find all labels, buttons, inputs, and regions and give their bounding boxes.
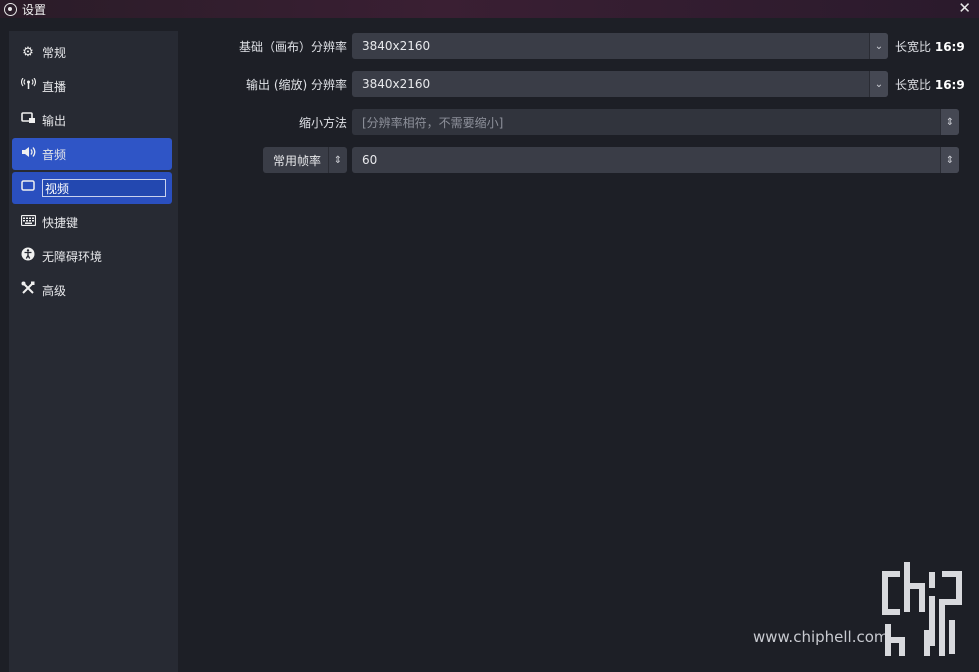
sidebar-item-label: 高级 bbox=[42, 283, 67, 298]
fps-value: 60 bbox=[362, 153, 378, 167]
antenna-icon bbox=[20, 77, 36, 94]
gear-icon: ⚙ bbox=[22, 44, 34, 60]
downscale-filter-value: [分辨率相符，不需要缩小] bbox=[362, 115, 504, 130]
sidebar-item-video[interactable]: 视频 bbox=[12, 172, 172, 204]
sidebar-item-advanced[interactable]: 高级 bbox=[12, 274, 172, 306]
window-title: 设置 bbox=[22, 2, 47, 17]
sidebar-item-stream[interactable]: 直播 bbox=[12, 70, 172, 102]
settings-sidebar: ⚙ 常规 直播 输出 音频 视频 快捷键 无障碍环境 高级 bbox=[9, 31, 178, 672]
sidebar-item-accessibility[interactable]: 无障碍环境 bbox=[12, 240, 172, 272]
monitor-icon bbox=[20, 180, 36, 196]
chiphell-logo-icon bbox=[882, 562, 962, 656]
sidebar-item-label: 音频 bbox=[42, 147, 67, 162]
close-icon[interactable]: ✕ bbox=[958, 0, 971, 17]
base-aspect-ratio: 长宽比 16:9 bbox=[895, 40, 965, 54]
output-aspect-ratio: 长宽比 16:9 bbox=[895, 78, 965, 92]
sidebar-item-general[interactable]: ⚙ 常规 bbox=[12, 36, 172, 68]
output-resolution-value: 3840x2160 bbox=[362, 77, 431, 91]
updown-arrows-icon[interactable]: ⇕ bbox=[940, 109, 959, 135]
sidebar-item-label: 直播 bbox=[42, 79, 67, 94]
chevron-down-icon[interactable]: ⌄ bbox=[869, 33, 888, 59]
sidebar-item-audio[interactable]: 音频 bbox=[12, 138, 172, 170]
accessibility-icon bbox=[20, 247, 36, 265]
updown-arrows-icon[interactable]: ⇕ bbox=[940, 147, 959, 173]
sidebar-item-label: 无障碍环境 bbox=[42, 249, 103, 264]
sidebar-item-label: 常规 bbox=[42, 45, 67, 60]
sidebar-item-label: 快捷键 bbox=[42, 215, 79, 230]
base-resolution-value: 3840x2160 bbox=[362, 39, 431, 53]
obs-logo-icon bbox=[4, 2, 17, 16]
base-resolution-label: 基础（画布）分辨率 bbox=[238, 40, 347, 54]
fps-type-value: 常用帧率 bbox=[273, 153, 322, 168]
sidebar-item-label-edit[interactable]: 视频 bbox=[42, 179, 166, 197]
watermark-url: www.chiphell.com bbox=[753, 628, 889, 646]
sidebar-item-hotkeys[interactable]: 快捷键 bbox=[12, 206, 172, 238]
base-resolution-combo[interactable]: 3840x2160 ⌄ bbox=[352, 33, 888, 59]
title-bar: 设置 ✕ bbox=[0, 0, 979, 18]
keyboard-icon bbox=[20, 214, 36, 230]
speaker-icon bbox=[20, 146, 36, 162]
fps-value-select[interactable]: 60 ⇕ bbox=[352, 147, 959, 173]
sidebar-item-label: 输出 bbox=[42, 113, 67, 128]
fps-type-select[interactable]: 常用帧率 ⇕ bbox=[263, 147, 347, 173]
tools-icon bbox=[20, 281, 36, 299]
output-icon bbox=[20, 112, 36, 128]
downscale-filter-select[interactable]: [分辨率相符，不需要缩小] ⇕ bbox=[352, 109, 959, 135]
chevron-down-icon[interactable]: ⌄ bbox=[869, 71, 888, 97]
sidebar-item-output[interactable]: 输出 bbox=[12, 104, 172, 136]
output-resolution-label: 输出 (缩放) 分辨率 bbox=[246, 78, 347, 92]
downscale-filter-label: 缩小方法 bbox=[298, 116, 347, 130]
updown-arrows-icon[interactable]: ⇕ bbox=[328, 147, 347, 173]
output-resolution-combo[interactable]: 3840x2160 ⌄ bbox=[352, 71, 888, 97]
